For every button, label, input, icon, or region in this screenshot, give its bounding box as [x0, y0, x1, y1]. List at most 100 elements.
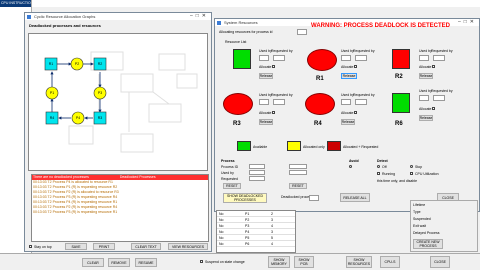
used-by-label: Used by [341, 49, 354, 53]
used-by-input[interactable] [419, 55, 429, 61]
panel-label: Type [413, 210, 421, 214]
process-table[interactable]: No P1 2 No P2 3 No P3 4 No P4 3 No P5 5 … [216, 210, 296, 253]
stay-on-top-checkbox[interactable] [29, 245, 32, 248]
proc-field-input[interactable] [249, 176, 265, 181]
proc-field-input[interactable] [289, 164, 307, 169]
requested-by-label: Requested by [353, 49, 375, 53]
allocate-checkbox[interactable] [272, 65, 275, 68]
release-button[interactable]: Release [259, 73, 273, 79]
node-label-p2: P2 [75, 62, 79, 66]
reset-button[interactable]: RESET [289, 183, 307, 189]
show-pcb-button[interactable]: SHOW PCB [294, 256, 314, 268]
running-checkbox[interactable] [377, 172, 380, 175]
proc-field-input[interactable] [249, 170, 265, 175]
used-by-input[interactable] [341, 99, 351, 105]
panel-label: Lifetime [413, 203, 426, 207]
print-button[interactable]: PRINT [93, 243, 115, 250]
release-all-button[interactable]: RELEASE ALL [340, 193, 370, 202]
table-cell: P6 [243, 241, 269, 247]
requested-by-input[interactable] [433, 55, 445, 61]
log-header-right: Deadlocked Processes [119, 175, 156, 179]
event-log[interactable]: There are no deadlocked processes Deadlo… [31, 174, 209, 242]
avoid-radio[interactable] [349, 165, 352, 168]
detect-radio-stop[interactable] [410, 165, 413, 168]
cpu-utilization-checkbox[interactable] [410, 172, 413, 175]
panel-label: Exit wait [413, 224, 427, 228]
deadlock-warning: WARNING: PROCESS DEADLOCK IS DETECTED [311, 23, 451, 29]
allocate-label: Allocate [341, 65, 354, 69]
view-resources-button[interactable]: VIEW RESOURCES [168, 243, 208, 250]
cpu-s-button[interactable]: CPU-S [380, 256, 400, 268]
resource-r2-label: R2 [395, 74, 403, 80]
resource-list-label: Resource List [225, 40, 247, 44]
requested-by-input[interactable] [433, 95, 445, 101]
release-button[interactable]: Release [341, 119, 355, 125]
requested-by-input[interactable] [273, 99, 285, 105]
used-by-label: Used by [259, 49, 272, 53]
used-by-input[interactable] [341, 55, 351, 61]
table-row[interactable]: No P6 4 [217, 241, 295, 247]
proc-field-label: Used by [221, 171, 234, 175]
detect-option-label: CPU Utilization [415, 172, 439, 176]
background-graph [68, 51, 198, 153]
graph-titlebar: Cyclic Resource Allocation Graphs –□✕ [25, 13, 211, 20]
used-by-label: Used by [419, 89, 432, 93]
clear-text-button[interactable]: CLEAR TEXT [131, 243, 161, 250]
log-header-text: There are no deadlocked processes [33, 175, 89, 179]
resources-window: System Resources –□✕ Allocating resource… [214, 18, 480, 212]
close-main-button[interactable]: CLOSE [430, 256, 450, 268]
panel-label: Suspended [413, 217, 431, 221]
proc-field-input[interactable] [249, 164, 265, 169]
detect-option-label: Off [382, 165, 387, 169]
allocate-checkbox[interactable] [432, 65, 435, 68]
deadlock-count-field [309, 195, 319, 201]
resume-button[interactable]: RESUME [135, 258, 157, 267]
used-by-input[interactable] [259, 55, 269, 61]
release-button[interactable]: Release [341, 73, 357, 79]
table-cell: 4 [269, 241, 295, 247]
graph-window: Cyclic Resource Allocation Graphs –□✕ De… [24, 12, 212, 252]
legend-requested-label: Allocated + Requested [343, 145, 379, 149]
allocate-label: Allocate [419, 107, 432, 111]
show-deadlocked-button[interactable]: SHOW DEADLOCKED PROCESSES [223, 193, 267, 203]
show-memory-button[interactable]: SHOW MEMORY [268, 256, 290, 268]
used-by-input[interactable] [259, 99, 269, 105]
detect-radio-off[interactable] [377, 165, 380, 168]
graph-heading: Deadlocked processes and resources [29, 23, 101, 28]
window-controls[interactable]: –□✕ [458, 19, 477, 26]
reset-button[interactable]: RESET [223, 183, 241, 189]
suspend-checkbox[interactable] [200, 260, 203, 263]
allocate-label: Allocate [259, 111, 272, 115]
show-resources-button[interactable]: SHOW RESOURCES [346, 256, 372, 268]
create-new-process-button[interactable]: CREATE NEW PROCESS [413, 239, 443, 249]
requested-by-input[interactable] [355, 99, 367, 105]
allocate-checkbox[interactable] [354, 65, 357, 68]
allocate-checkbox[interactable] [272, 111, 275, 114]
resource-r3-oval [223, 93, 253, 115]
allocate-label: Allocate [419, 65, 432, 69]
window-controls[interactable]: –□✕ [190, 13, 209, 20]
legend-allocated-swatch [287, 141, 301, 151]
clear-button[interactable]: CLEAR [82, 258, 104, 267]
legend-available-label: Available [253, 145, 268, 149]
proc-field-label: Process ID [221, 165, 239, 169]
requested-by-input[interactable] [273, 55, 285, 61]
used-by-label: Used by [419, 49, 432, 53]
process-id-input[interactable] [297, 29, 307, 35]
process-section-label: Process [221, 159, 235, 163]
used-by-input[interactable] [419, 95, 429, 101]
graph-window-title: Cyclic Resource Allocation Graphs [34, 14, 96, 19]
allocate-checkbox[interactable] [432, 107, 435, 110]
release-button[interactable]: Release [419, 115, 433, 121]
node-label-r3: R3 [98, 116, 103, 120]
proc-field-input[interactable] [289, 170, 307, 175]
node-label-p3: P3 [98, 91, 102, 95]
allocate-checkbox[interactable] [354, 111, 357, 114]
suspend-label: Suspend on state change [205, 260, 245, 264]
release-button[interactable]: Release [259, 119, 273, 125]
save-button[interactable]: SAVE [65, 243, 87, 250]
requested-by-input[interactable] [355, 55, 367, 61]
remove-button[interactable]: REMOVE [108, 258, 130, 267]
resource-r1-label: R1 [316, 76, 324, 82]
release-button[interactable]: Release [419, 73, 433, 79]
